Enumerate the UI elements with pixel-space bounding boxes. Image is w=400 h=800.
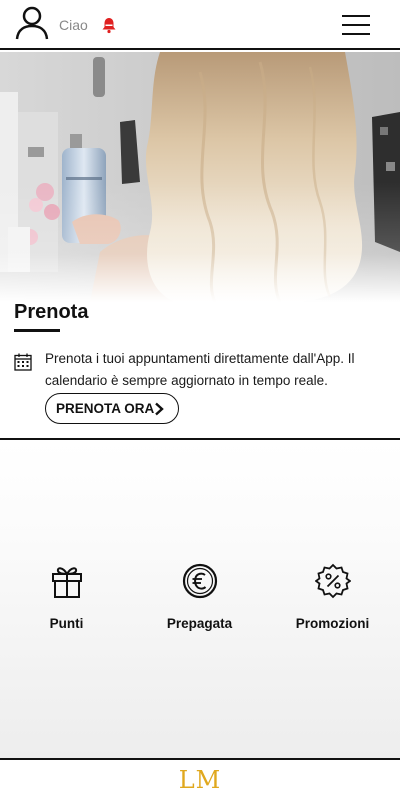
promotions-tile[interactable]: Promozioni	[266, 563, 399, 633]
menu-bar	[342, 33, 370, 35]
discount-badge-icon	[314, 563, 351, 599]
bell-icon[interactable]	[100, 16, 118, 34]
hamburger-menu-icon[interactable]	[340, 13, 372, 37]
chevron-right-icon	[155, 402, 164, 416]
app-footer: LM	[0, 758, 400, 800]
promotions-label: Promozioni	[295, 616, 370, 631]
euro-coin-icon	[182, 563, 217, 599]
title-underline	[14, 329, 60, 332]
menu-bar	[342, 24, 370, 26]
booking-card: Prenota Prenota i tuoi appuntamenti dire…	[0, 290, 400, 440]
card-title: Prenota	[14, 301, 89, 323]
user-icon[interactable]	[14, 5, 50, 41]
book-now-label: PRENOTA ORA	[56, 401, 155, 416]
salon-photo	[0, 52, 400, 302]
app-header: Ciao	[0, 0, 400, 50]
points-tile[interactable]: Punti	[0, 563, 133, 633]
points-label: Punti	[49, 616, 84, 631]
calendar-icon	[14, 353, 32, 371]
prepaid-label: Prepagata	[166, 616, 233, 631]
greeting-text: Ciao	[59, 17, 88, 33]
hero-image	[0, 52, 400, 302]
gift-icon	[51, 567, 82, 598]
prepaid-tile[interactable]: Prepagata	[133, 563, 266, 633]
book-now-button[interactable]: PRENOTA ORA	[45, 393, 179, 424]
booking-description: Prenota i tuoi appuntamenti direttamente…	[45, 351, 355, 388]
brand-logo[interactable]: LM	[0, 766, 400, 794]
features-section: Punti Prepagata Promozioni	[0, 441, 400, 758]
menu-bar	[342, 15, 370, 17]
